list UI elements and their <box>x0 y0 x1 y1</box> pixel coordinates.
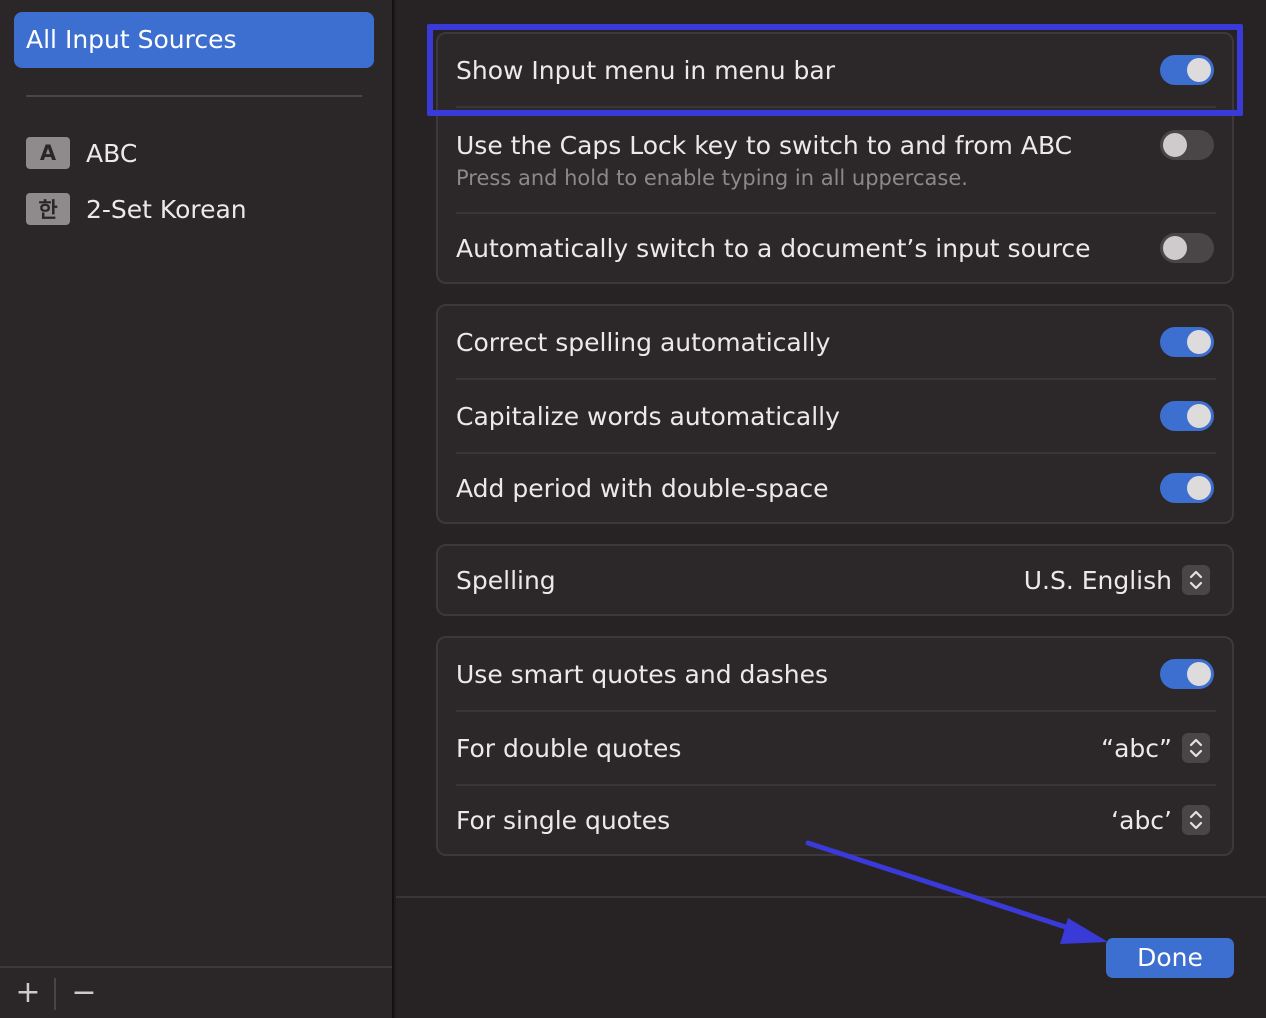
smart-quotes-toggle[interactable] <box>1160 659 1214 689</box>
capitalize-toggle[interactable] <box>1160 401 1214 431</box>
correct-spelling-label: Correct spelling automatically <box>456 327 831 357</box>
single-quotes-value: ‘abc’ <box>1111 805 1172 835</box>
auto-switch-label: Automatically switch to a document’s inp… <box>456 233 1091 263</box>
double-quotes-row: For double quotes “abc” <box>438 712 1232 784</box>
single-quotes-select[interactable]: ‘abc’ <box>1111 805 1210 835</box>
smart-quotes-row: Use smart quotes and dashes <box>438 638 1232 710</box>
spelling-row: Spelling U.S. English <box>438 546 1232 614</box>
add-source-button[interactable]: + <box>8 976 48 1012</box>
input-menu-group: Show Input menu in menu bar Use the Caps… <box>436 32 1234 284</box>
toggle-knob <box>1163 236 1187 260</box>
double-quotes-select[interactable]: “abc” <box>1101 733 1210 763</box>
chevron-up-down-icon <box>1182 733 1210 763</box>
footer-separator <box>54 978 56 1010</box>
single-quotes-label: For single quotes <box>456 805 671 835</box>
chevron-up-down-icon <box>1182 565 1210 595</box>
done-button[interactable]: Done <box>1106 938 1234 978</box>
input-sources-window: All Input Sources A ABC 한 2-Set Korean +… <box>0 0 1266 1018</box>
double-space-period-toggle[interactable] <box>1160 473 1214 503</box>
sidebar-footer: + − <box>0 966 392 1018</box>
toggle-knob <box>1187 330 1211 354</box>
spelling-group: Spelling U.S. English <box>436 544 1234 616</box>
sidebar-item-korean[interactable]: 한 2-Set Korean <box>26 192 247 226</box>
correct-spelling-toggle[interactable] <box>1160 327 1214 357</box>
toggle-knob <box>1187 58 1211 82</box>
show-input-menu-toggle[interactable] <box>1160 55 1214 85</box>
caps-lock-label: Use the Caps Lock key to switch to and f… <box>456 130 1073 160</box>
sidebar-item-label: All Input Sources <box>26 25 237 54</box>
capitalize-row: Capitalize words automatically <box>438 380 1232 452</box>
caps-lock-row: Use the Caps Lock key to switch to and f… <box>438 108 1232 212</box>
footer-divider <box>396 896 1266 898</box>
spelling-label: Spelling <box>456 565 556 595</box>
abc-badge-icon: A <box>26 137 70 169</box>
toggle-knob <box>1187 404 1211 428</box>
sidebar-item-all-input-sources[interactable]: All Input Sources <box>14 12 374 68</box>
auto-switch-row: Automatically switch to a document’s inp… <box>438 214 1232 282</box>
caps-lock-description: Press and hold to enable typing in all u… <box>456 165 968 190</box>
toggle-knob <box>1187 662 1211 686</box>
remove-source-button[interactable]: − <box>64 976 104 1012</box>
correct-spelling-row: Correct spelling automatically <box>438 306 1232 378</box>
toggle-knob <box>1163 133 1187 157</box>
spelling-select[interactable]: U.S. English <box>1024 565 1210 595</box>
korean-badge-icon: 한 <box>26 193 70 225</box>
spelling-value: U.S. English <box>1023 565 1172 595</box>
single-quotes-row: For single quotes ‘abc’ <box>438 786 1232 854</box>
sidebar: All Input Sources A ABC 한 2-Set Korean +… <box>0 0 394 1018</box>
show-input-menu-row: Show Input menu in menu bar <box>438 34 1232 106</box>
caps-lock-toggle[interactable] <box>1160 130 1214 160</box>
text-correction-group: Correct spelling automatically Capitaliz… <box>436 304 1234 524</box>
chevron-up-down-icon <box>1182 805 1210 835</box>
source-label: 2-Set Korean <box>86 194 247 224</box>
double-space-period-row: Add period with double-space <box>438 454 1232 522</box>
toggle-knob <box>1187 476 1211 500</box>
smart-quotes-label: Use smart quotes and dashes <box>456 659 828 689</box>
double-quotes-label: For double quotes <box>456 733 682 763</box>
smart-quotes-group: Use smart quotes and dashes For double q… <box>436 636 1234 856</box>
double-quotes-value: “abc” <box>1101 733 1172 763</box>
source-label: ABC <box>86 138 138 168</box>
double-space-period-label: Add period with double-space <box>456 473 829 503</box>
auto-switch-toggle[interactable] <box>1160 233 1214 263</box>
show-input-menu-label: Show Input menu in menu bar <box>456 55 836 85</box>
sidebar-divider <box>26 95 362 97</box>
capitalize-label: Capitalize words automatically <box>456 401 840 431</box>
settings-pane: Show Input menu in menu bar Use the Caps… <box>396 0 1266 1018</box>
sidebar-item-abc[interactable]: A ABC <box>26 136 137 170</box>
